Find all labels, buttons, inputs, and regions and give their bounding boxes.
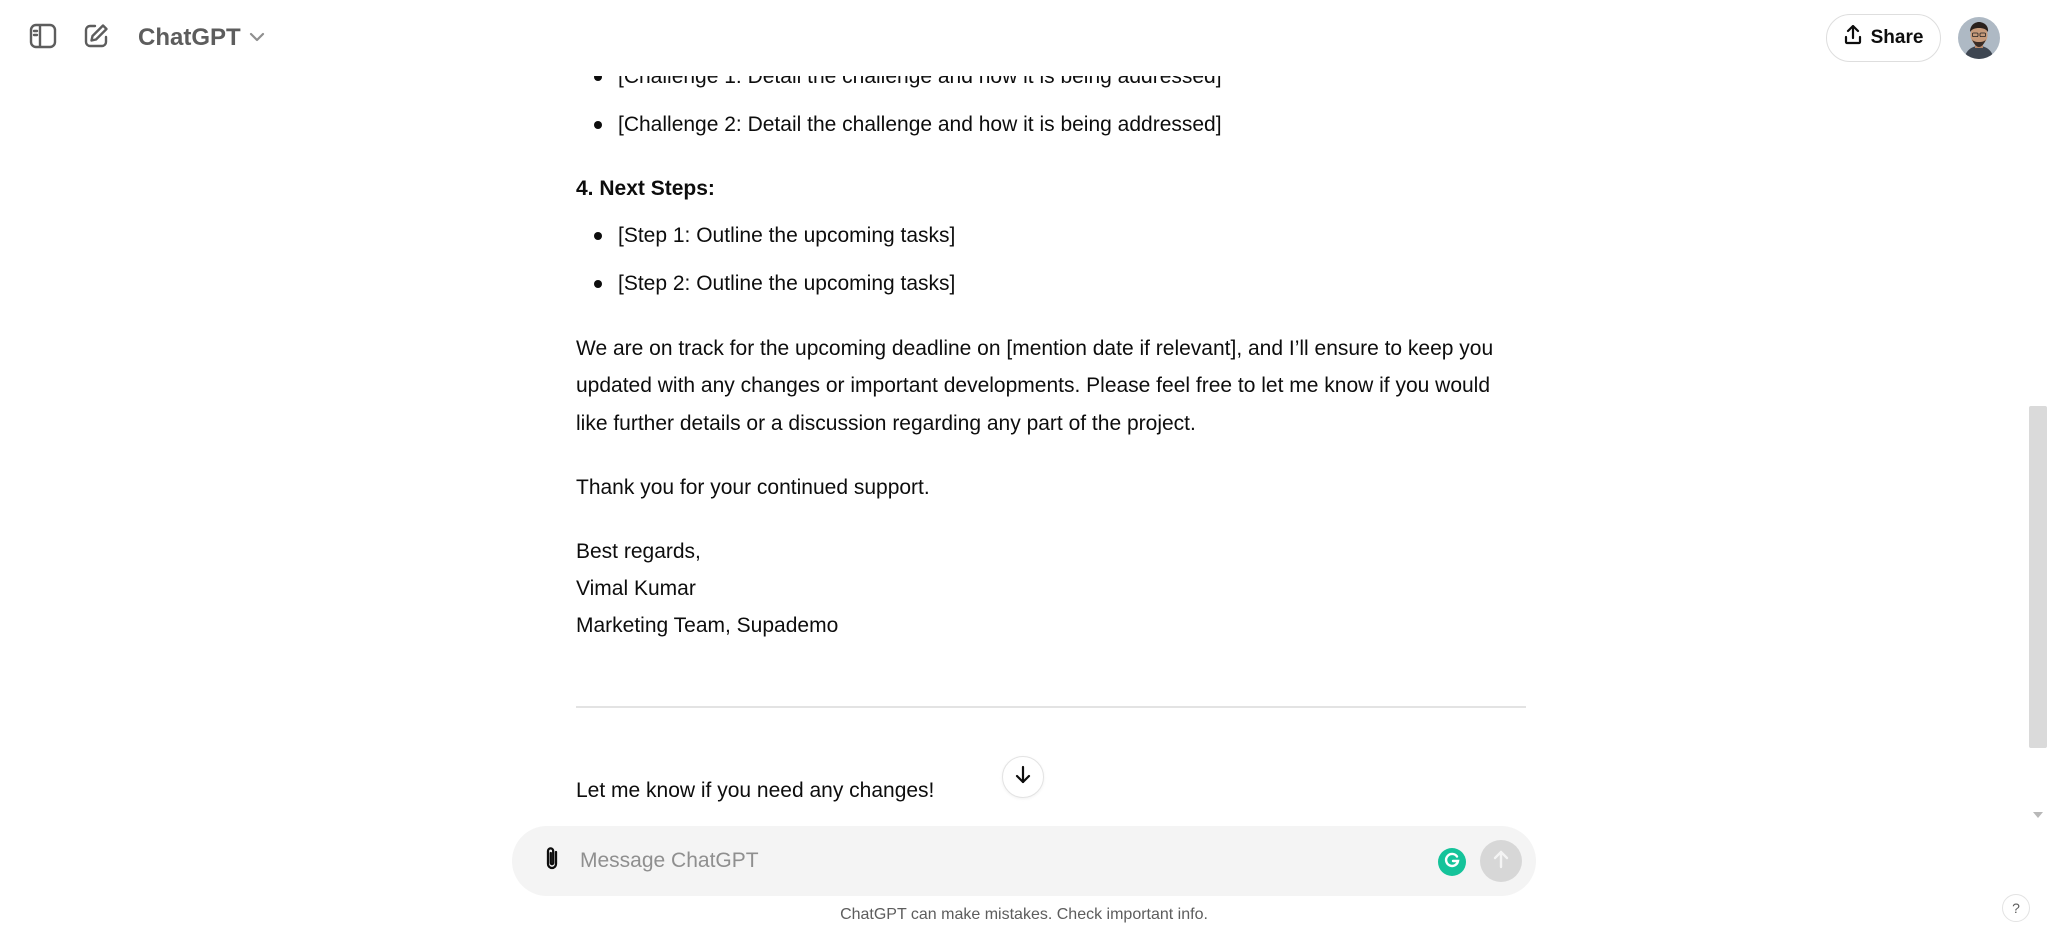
sender-name: Vimal Kumar: [576, 577, 696, 600]
send-button[interactable]: [1480, 840, 1522, 882]
grammarly-icon: [1443, 851, 1461, 874]
share-button[interactable]: Share: [1826, 14, 1941, 62]
attach-button[interactable]: [532, 841, 572, 881]
paperclip-icon: [543, 845, 561, 878]
paragraph-line: We are on track for the upcoming deadlin…: [576, 337, 1494, 360]
scrollbar-thumb[interactable]: [2029, 406, 2047, 748]
section-heading: 4. Next Steps:: [576, 177, 715, 200]
compose-icon: [83, 23, 109, 54]
upload-icon: [1844, 24, 1862, 51]
message-composer: [512, 826, 1536, 896]
help-button[interactable]: ?: [2002, 894, 2030, 922]
signoff-text: Best regards,: [576, 540, 701, 563]
paragraph-line: updated with any changes or important de…: [576, 374, 1491, 397]
model-selector[interactable]: ChatGPT: [128, 18, 275, 58]
sidebar-icon: [29, 23, 57, 54]
avatar[interactable]: [1958, 17, 2000, 59]
scroll-down-arrow-icon[interactable]: [2029, 808, 2047, 822]
share-label: Share: [1870, 27, 1924, 48]
arrow-up-icon: [1492, 849, 1510, 874]
paragraph-line: like further details or a discussion reg…: [576, 412, 1196, 435]
thanks-text: Thank you for your continued support.: [576, 476, 930, 499]
chevron-down-icon: [249, 29, 265, 47]
sidebar-toggle-button[interactable]: [19, 18, 67, 58]
closing-text: Let me know if you need any changes!: [576, 779, 935, 802]
top-bar: ChatGPT Share: [0, 0, 2048, 76]
divider: [576, 706, 1526, 708]
sender-team: Marketing Team, Supademo: [576, 614, 839, 637]
model-name: ChatGPT: [138, 24, 241, 51]
disclaimer-text: ChatGPT can make mistakes. Check importa…: [840, 906, 1208, 923]
list-item: [Step 2: Outline the upcoming tasks]: [593, 265, 955, 303]
list-item: [Challenge 2: Detail the challenge and h…: [594, 106, 1222, 144]
grammarly-button[interactable]: [1438, 848, 1466, 876]
message-input[interactable]: [580, 841, 1340, 881]
new-chat-button[interactable]: [72, 18, 120, 58]
arrow-down-icon: [1014, 765, 1032, 790]
scroll-to-bottom-button[interactable]: [1002, 756, 1044, 798]
list-item: [Step 1: Outline the upcoming tasks]: [593, 217, 955, 255]
